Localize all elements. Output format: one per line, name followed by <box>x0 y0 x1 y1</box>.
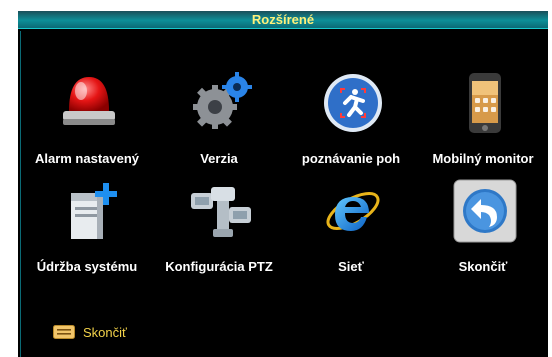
menu-item-network-label: Sieť <box>338 259 364 274</box>
menu-item-motion-detection[interactable]: poznávanie poh <box>285 71 417 181</box>
menu-grid: Alarm nastavený Verzia poznávanie poh Mo… <box>20 31 545 357</box>
menu-item-network[interactable]: Sieť <box>285 179 417 289</box>
menu-item-version-label: Verzia <box>200 151 238 166</box>
menu-item-mobile-monitor[interactable]: Mobilný monitor <box>417 71 548 181</box>
menu-item-motion-detection-label: poznávanie poh <box>301 151 401 166</box>
exit-arrow-icon <box>453 179 517 243</box>
menu-item-version[interactable]: Verzia <box>153 71 285 181</box>
gears-icon <box>193 72 252 129</box>
menu-item-exit[interactable]: Skončiť <box>417 179 548 289</box>
footer-exit-label: Skončiť <box>83 324 127 340</box>
network-e-icon <box>326 192 380 231</box>
menu-item-ptz-config-label: Konfigurácia PTZ <box>165 259 273 274</box>
system-maintenance-icon <box>71 183 117 239</box>
exit-small-icon <box>53 325 75 339</box>
menu-item-alarm[interactable]: Alarm nastavený <box>21 71 153 181</box>
footer-exit-button[interactable]: Skončiť <box>53 323 127 341</box>
advanced-menu-window: Rozšírené Alarm nastavený Verzia poznáva… <box>18 11 548 357</box>
titlebar: Rozšírené <box>18 11 548 29</box>
menu-item-system-maintenance-label: Údržba systému <box>36 259 138 274</box>
alarm-siren-icon <box>63 77 115 125</box>
window-title: Rozšírené <box>251 12 315 27</box>
menu-item-mobile-monitor-label: Mobilný monitor <box>432 151 534 166</box>
menu-item-ptz-config[interactable]: Konfigurácia PTZ <box>153 179 285 289</box>
ptz-camera-icon <box>191 187 251 237</box>
menu-item-alarm-label: Alarm nastavený <box>34 151 140 166</box>
menu-item-exit-label: Skončiť <box>458 259 508 274</box>
menu-item-system-maintenance[interactable]: Údržba systému <box>21 179 153 289</box>
motion-detection-icon <box>324 74 382 132</box>
mobile-phone-icon <box>469 73 501 133</box>
